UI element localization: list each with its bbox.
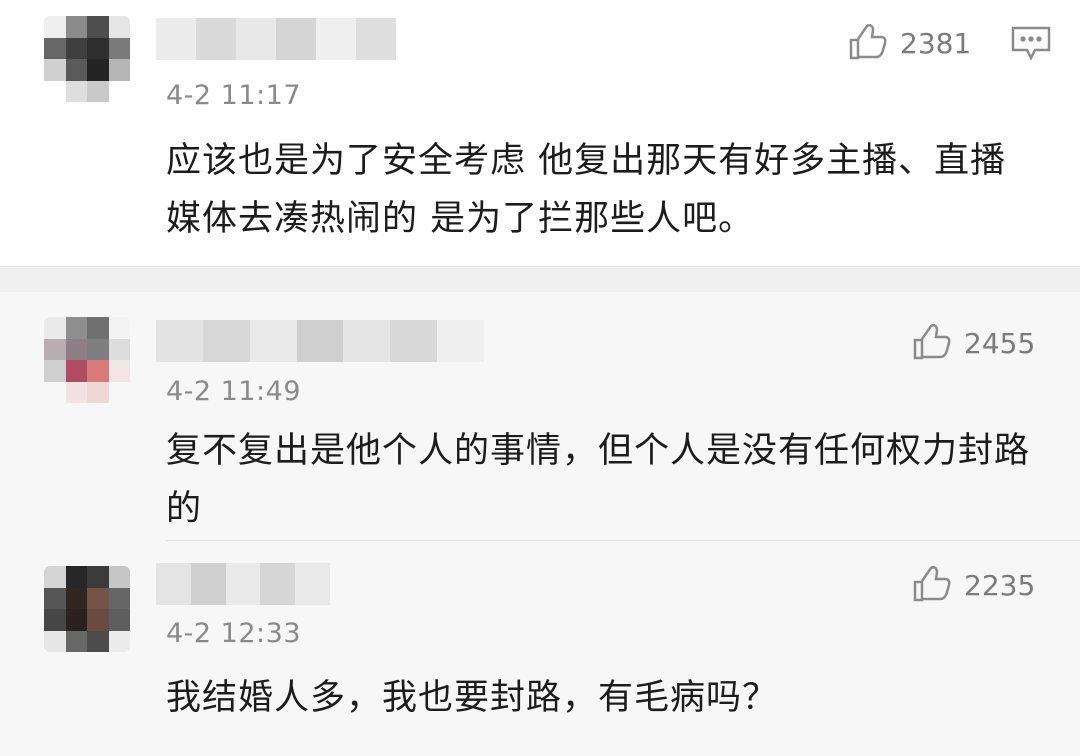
like-button[interactable]: 2235: [910, 564, 1035, 606]
top-comment-panel: 4-2 11:17 应该也是为了安全考虑 他复出那天有好多主播、直播媒体去凑热闹…: [0, 0, 1080, 266]
username-blurred[interactable]: [156, 563, 330, 605]
comment-text: 我结婚人多，我也要封路，有毛病吗？: [166, 678, 779, 718]
reply-item: 4-2 11:49 复不复出是他个人的事情，但个人是没有任何权力封路的 2455: [0, 292, 1080, 542]
comment-time: 4-2 11:49: [166, 376, 301, 407]
comment-text: 复不复出是他个人的事情，但个人是没有任何权力封路的: [166, 431, 1031, 529]
comment-item: 4-2 11:17 应该也是为了安全考虑 他复出那天有好多主播、直播媒体去凑热闹…: [0, 0, 1080, 266]
thumbs-up-icon: [913, 323, 951, 360]
like-count: 2455: [964, 326, 1036, 360]
comment-icon: [1011, 26, 1051, 61]
user-avatar[interactable]: [44, 317, 130, 403]
like-count: 2235: [964, 568, 1036, 602]
reply-button[interactable]: [1009, 24, 1053, 66]
like-button[interactable]: 2455: [910, 322, 1035, 364]
thumbs-up-icon: [913, 565, 951, 602]
user-avatar[interactable]: [44, 566, 130, 652]
section-separator: [0, 266, 1080, 292]
user-avatar[interactable]: [44, 16, 130, 102]
username-blurred[interactable]: [156, 18, 396, 60]
reply-list: 4-2 11:49 复不复出是他个人的事情，但个人是没有任何权力封路的 2455…: [0, 292, 1080, 756]
comment-text: 应该也是为了安全考虑 他复出那天有好多主播、直播媒体去凑热闹的 是为了拦那些人吧…: [166, 141, 1007, 239]
reply-item: 4-2 12:33 我结婚人多，我也要封路，有毛病吗？ 2235: [0, 542, 1080, 756]
comment-time: 4-2 12:33: [166, 618, 301, 649]
thumbs-up-icon: [849, 23, 887, 60]
like-button[interactable]: 2381: [846, 22, 971, 64]
reply-divider: [166, 540, 1080, 541]
like-count: 2381: [900, 26, 972, 60]
comment-time: 4-2 11:17: [166, 80, 301, 111]
username-blurred[interactable]: [156, 320, 485, 362]
